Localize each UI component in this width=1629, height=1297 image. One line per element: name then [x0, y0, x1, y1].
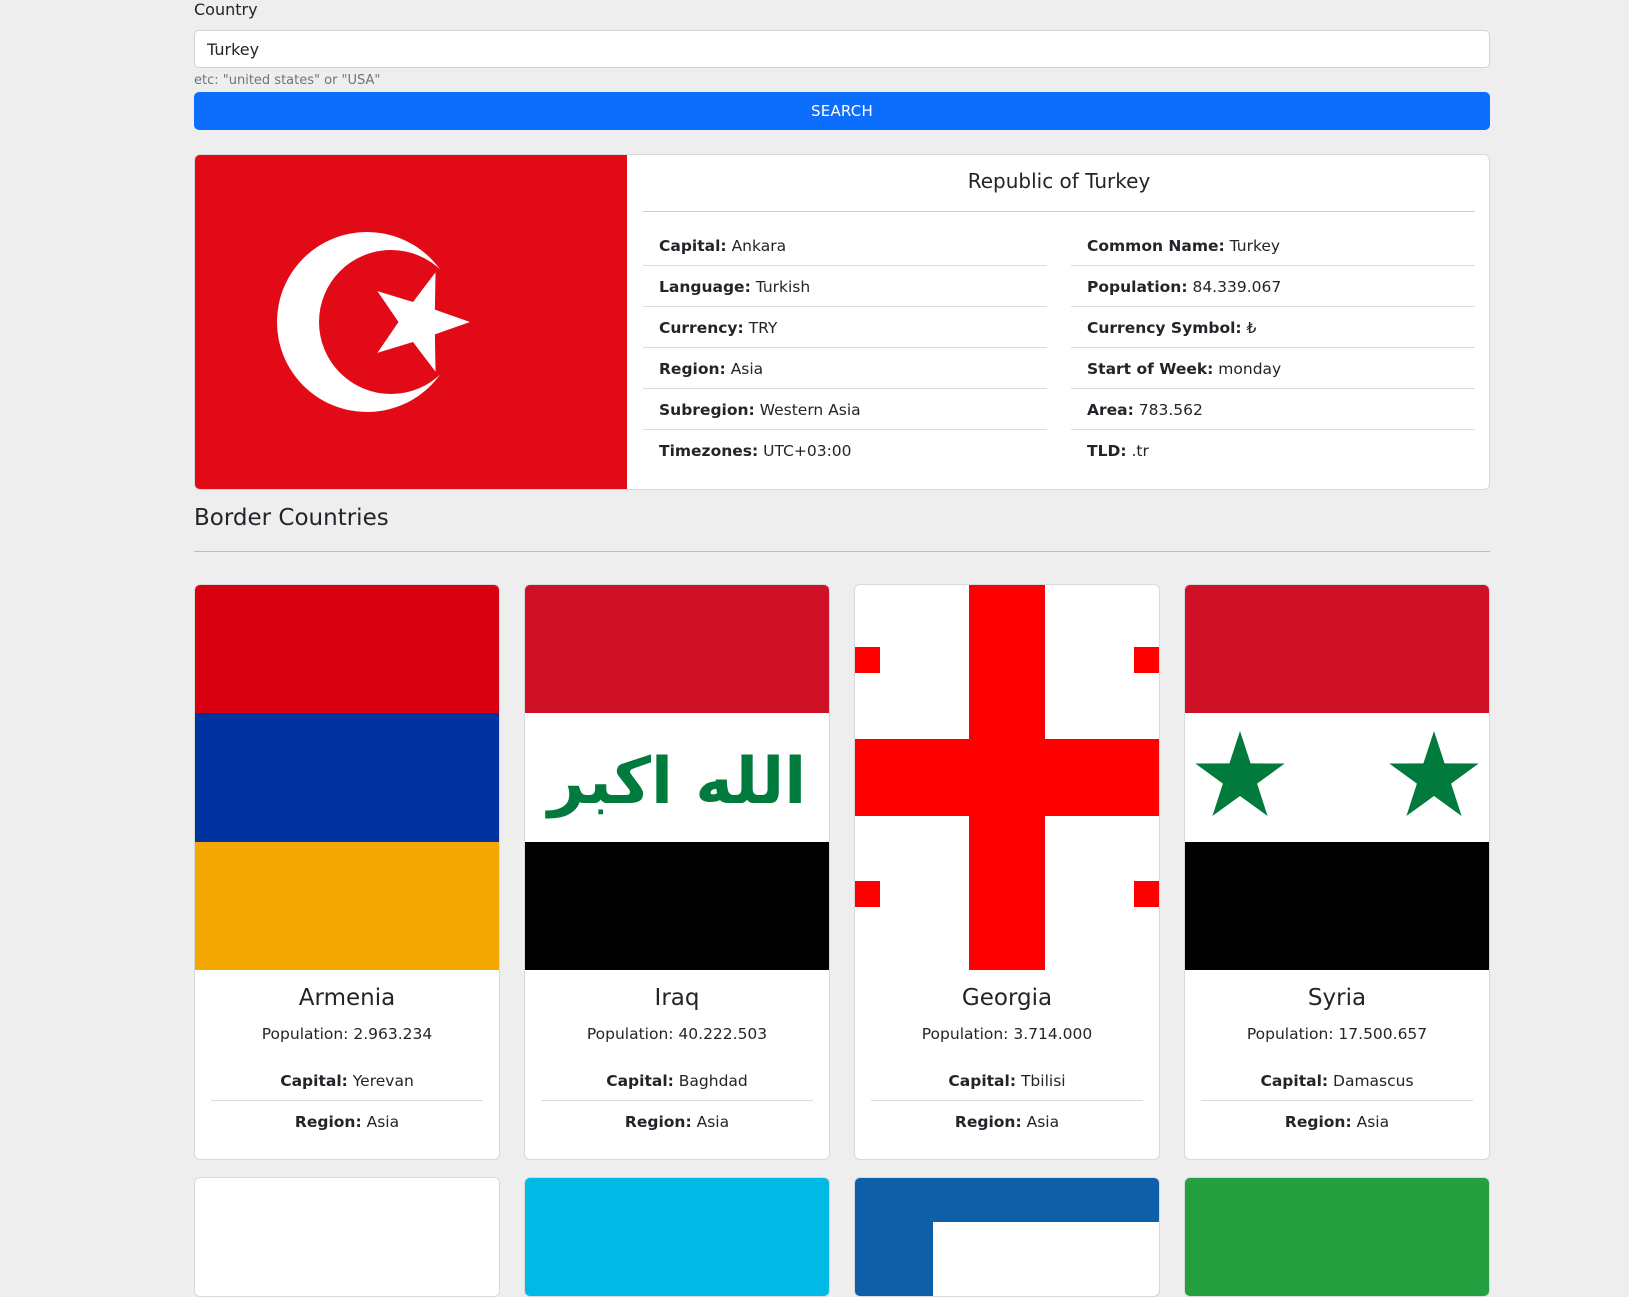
region-value: Asia — [1356, 1113, 1390, 1131]
info-value: UTC+03:00 — [763, 442, 852, 460]
search-hint: etc: "united states" or "USA" — [194, 73, 381, 88]
info-row-timezones: Timezones: UTC+03:00 — [643, 430, 1047, 471]
info-label: Start of Week: — [1087, 360, 1214, 378]
info-value: .tr — [1131, 442, 1149, 460]
info-label: Timezones: — [659, 442, 759, 460]
info-label: Common Name: — [1087, 237, 1225, 255]
border-country-name: Iraq — [654, 985, 700, 1011]
border-country-capital: Capital: Damascus — [1201, 1072, 1473, 1101]
info-label: Area: — [1087, 401, 1134, 419]
border-country-region: Region: Asia — [871, 1113, 1143, 1131]
border-country-population: Population: 3.714.000 — [921, 1025, 1093, 1043]
info-label: Subregion: — [659, 401, 755, 419]
region-label: Region: — [624, 1113, 692, 1131]
info-row-language: Language: Turkish — [643, 266, 1047, 307]
country-field-label: Country — [194, 0, 258, 19]
border-country-card-georgia[interactable]: Georgia Population: 3.714.000 Capital: T… — [854, 584, 1160, 1160]
info-value: Turkish — [755, 278, 811, 296]
country-info-panel: Republic of Turkey Capital: Ankara Langu… — [643, 155, 1475, 489]
info-row-currency: Currency: TRY — [643, 307, 1047, 348]
border-country-region: Region: Asia — [541, 1113, 813, 1131]
info-row-start-of-week: Start of Week: monday — [1071, 348, 1475, 389]
border-country-capital: Capital: Tbilisi — [871, 1072, 1143, 1101]
section-divider — [194, 551, 1490, 552]
border-country-name: Georgia — [961, 985, 1053, 1011]
info-row-tld: TLD: .tr — [1071, 430, 1475, 471]
country-official-name: Republic of Turkey — [967, 169, 1151, 193]
capital-label: Capital: — [1260, 1072, 1329, 1090]
title-divider — [643, 211, 1475, 212]
capital-value: Tbilisi — [1020, 1072, 1066, 1090]
info-row-capital: Capital: Ankara — [643, 225, 1047, 266]
info-value: 84.339.067 — [1192, 278, 1282, 296]
search-button[interactable]: SEARCH — [194, 92, 1490, 130]
armenia-flag-image — [195, 585, 499, 970]
info-value: Asia — [730, 360, 764, 378]
border-country-card-armenia[interactable]: Armenia Population: 2.963.234 Capital: Y… — [194, 584, 500, 1160]
info-column-right: Common Name: Turkey Population: 84.339.0… — [1071, 225, 1475, 471]
border-country-population: Population: 40.222.503 — [586, 1025, 768, 1043]
georgia-flag-image — [855, 585, 1159, 970]
border-country-card-partial-4[interactable] — [1184, 1177, 1490, 1297]
region-value: Asia — [696, 1113, 730, 1131]
info-label: Region: — [659, 360, 726, 378]
country-detail-card: Republic of Turkey Capital: Ankara Langu… — [194, 154, 1490, 490]
border-country-name: Syria — [1307, 985, 1367, 1011]
info-column-left: Capital: Ankara Language: Turkish Curren… — [643, 225, 1047, 471]
border-country-name: Armenia — [298, 985, 396, 1011]
info-row-common-name: Common Name: Turkey — [1071, 225, 1475, 266]
capital-label: Capital: — [606, 1072, 674, 1090]
info-row-currency-symbol: Currency Symbol: ₺ — [1071, 307, 1475, 348]
info-value: 783.562 — [1138, 401, 1203, 419]
info-row-region: Region: Asia — [643, 348, 1047, 389]
info-value: ₺ — [1246, 319, 1257, 337]
region-label: Region: — [294, 1113, 362, 1131]
capital-value: Damascus — [1333, 1072, 1414, 1090]
border-country-card-iraq[interactable]: الله اكبر Iraq Population: 40.222.503 Ca… — [524, 584, 830, 1160]
info-value: TRY — [748, 319, 778, 337]
info-label: TLD: — [1087, 442, 1127, 460]
border-country-region: Region: Asia — [211, 1113, 483, 1131]
info-value: monday — [1218, 360, 1282, 378]
border-country-region: Region: Asia — [1201, 1113, 1473, 1131]
region-label: Region: — [1284, 1113, 1352, 1131]
border-country-card-syria[interactable]: Syria Population: 17.500.657 Capital: Da… — [1184, 584, 1490, 1160]
info-value: Turkey — [1229, 237, 1281, 255]
info-row-population: Population: 84.339.067 — [1071, 266, 1475, 307]
border-country-card-partial-3[interactable] — [854, 1177, 1160, 1297]
info-row-subregion: Subregion: Western Asia — [643, 389, 1047, 430]
border-country-population: Population: 2.963.234 — [261, 1025, 433, 1043]
info-label: Capital: — [659, 237, 727, 255]
capital-value: Baghdad — [678, 1072, 748, 1090]
capital-label: Capital: — [280, 1072, 348, 1090]
capital-value: Yerevan — [352, 1072, 414, 1090]
border-countries-heading: Border Countries — [194, 505, 389, 531]
border-country-capital: Capital: Baghdad — [541, 1072, 813, 1101]
iraq-flag-image: الله اكبر — [525, 585, 829, 970]
info-label: Language: — [659, 278, 751, 296]
info-label: Population: — [1087, 278, 1188, 296]
info-label: Currency Symbol: — [1087, 319, 1242, 337]
border-country-card-partial-2[interactable] — [524, 1177, 830, 1297]
turkey-flag-image — [195, 155, 627, 489]
border-country-capital: Capital: Yerevan — [211, 1072, 483, 1101]
region-value: Asia — [1026, 1113, 1060, 1131]
region-value: Asia — [366, 1113, 400, 1131]
border-country-population: Population: 17.500.657 — [1246, 1025, 1428, 1043]
iraq-flag-inscription: الله اكبر — [545, 745, 806, 819]
info-row-area: Area: 783.562 — [1071, 389, 1475, 430]
capital-label: Capital: — [948, 1072, 1017, 1090]
partial-flag-white-area — [933, 1222, 1159, 1296]
border-country-card-partial-1[interactable] — [194, 1177, 500, 1297]
syria-flag-image — [1185, 585, 1489, 970]
region-label: Region: — [954, 1113, 1022, 1131]
country-search-input[interactable] — [194, 30, 1490, 68]
info-value: Western Asia — [759, 401, 861, 419]
info-label: Currency: — [659, 319, 744, 337]
info-value: Ankara — [731, 237, 787, 255]
